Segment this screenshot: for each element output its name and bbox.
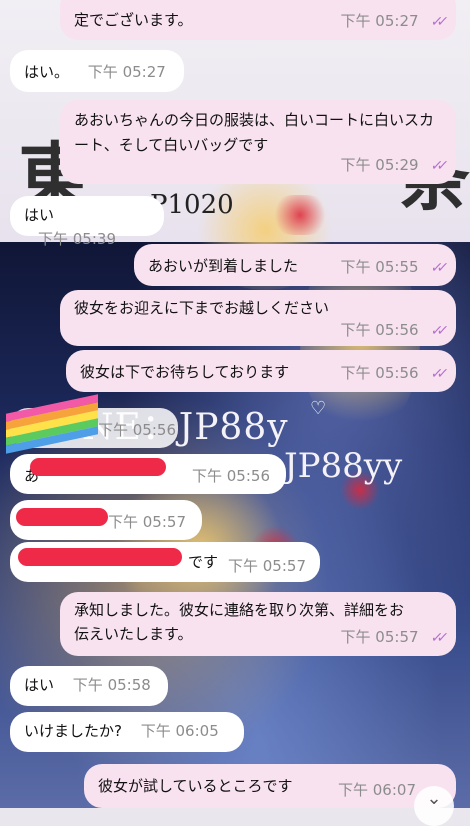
message-text: はい [24,676,55,694]
message-text: あおいが到着しました [148,257,299,275]
message-time: 下午 05:57 [108,513,186,531]
message-meta: 下午 05:56 ✓✓ [340,318,444,343]
redaction-mark [18,548,182,566]
message-bubble-outgoing[interactable]: 彼女をお迎えに下までお越しください 下午 05:56 ✓✓ [60,290,456,346]
message-text: 定でございます。 [74,11,193,29]
message-time: 下午 05:56 [340,321,419,339]
message-bubble-incoming[interactable]: はい 下午 05:39 [10,196,164,248]
message-meta: 下午 05:27 ✓✓ [340,9,444,34]
message-meta: 下午 05:56 ✓✓ [340,361,444,386]
message-bubble-outgoing[interactable]: 定でございます。 下午 05:27 ✓✓ [60,0,456,40]
chevron-down-icon: ⌄ [426,788,442,809]
message-time: 下午 06:07 [338,781,416,799]
message-time: 下午 05:57 [340,628,419,646]
message-text: 彼女をお迎えに下までお越しください [74,299,330,317]
message-bubble-outgoing[interactable]: 承知しました。彼女に連絡を取り次第、詳細をお伝えいたします。 下午 05:57 ✓… [60,592,456,656]
redaction-mark [16,508,108,526]
wallpaper-blur [270,195,330,235]
message-time: 下午 05:39 [38,230,116,248]
message-time: 下午 05:27 [87,63,166,81]
read-check-icon: ✓✓ [429,158,444,174]
message-bubble-outgoing[interactable]: 彼女が試しているところです 下午 06:07 [84,764,456,808]
message-time: 下午 05:58 [72,676,151,694]
message-bubble-incoming[interactable]: いけましたか? 下午 06:05 [10,712,244,752]
message-time: 下午 06:05 [140,722,219,740]
message-text: いけましたか? [24,722,122,740]
read-check-icon: ✓✓ [429,366,444,382]
message-meta: 下午 05:57 ✓✓ [340,625,444,650]
message-text: はい。 [24,63,70,81]
message-text: 彼女は下でお待ちしております [80,363,290,381]
message-time: 下午 05:29 [340,156,419,174]
read-check-icon: ✓✓ [429,14,444,30]
message-time: 下午 05:56 [192,467,270,485]
message-text: です [188,553,219,571]
message-text: あおいちゃんの今日の服装は、白いコートに白いスカート、そして白いバッグです [74,111,435,154]
redaction-mark [30,458,166,476]
message-bubble-outgoing[interactable]: あおいちゃんの今日の服装は、白いコートに白いスカート、そして白いバッグです 下午… [60,100,456,184]
message-bubble-outgoing[interactable]: あおいが到着しました 下午 05:55 ✓✓ [134,244,456,286]
message-time: 下午 05:27 [340,12,419,30]
read-check-icon: ✓✓ [429,260,444,276]
read-check-icon: ✓✓ [429,323,444,339]
message-bubble-outgoing[interactable]: 彼女は下でお待ちしております 下午 05:56 ✓✓ [66,350,456,392]
wallpaper-text: JP88yy [284,446,403,486]
message-time: 下午 05:57 [228,557,306,575]
read-check-icon: ✓✓ [429,630,444,646]
message-bubble-incoming[interactable]: はい。 下午 05:27 [10,50,184,92]
message-time: 下午 05:56 [340,364,419,382]
message-text: 彼女が試しているところです [98,777,293,795]
message-text: はい [24,206,55,224]
heart-icon: ♡ [310,398,327,419]
scroll-to-bottom-button[interactable]: ⌄ [414,786,454,826]
message-bubble-incoming[interactable]: はい 下午 05:58 [10,666,168,706]
message-meta: 下午 05:29 ✓✓ [340,153,444,178]
message-time: 下午 05:56 [98,421,176,439]
message-meta: 下午 05:55 ✓✓ [340,255,444,280]
message-time: 下午 05:55 [340,258,419,276]
